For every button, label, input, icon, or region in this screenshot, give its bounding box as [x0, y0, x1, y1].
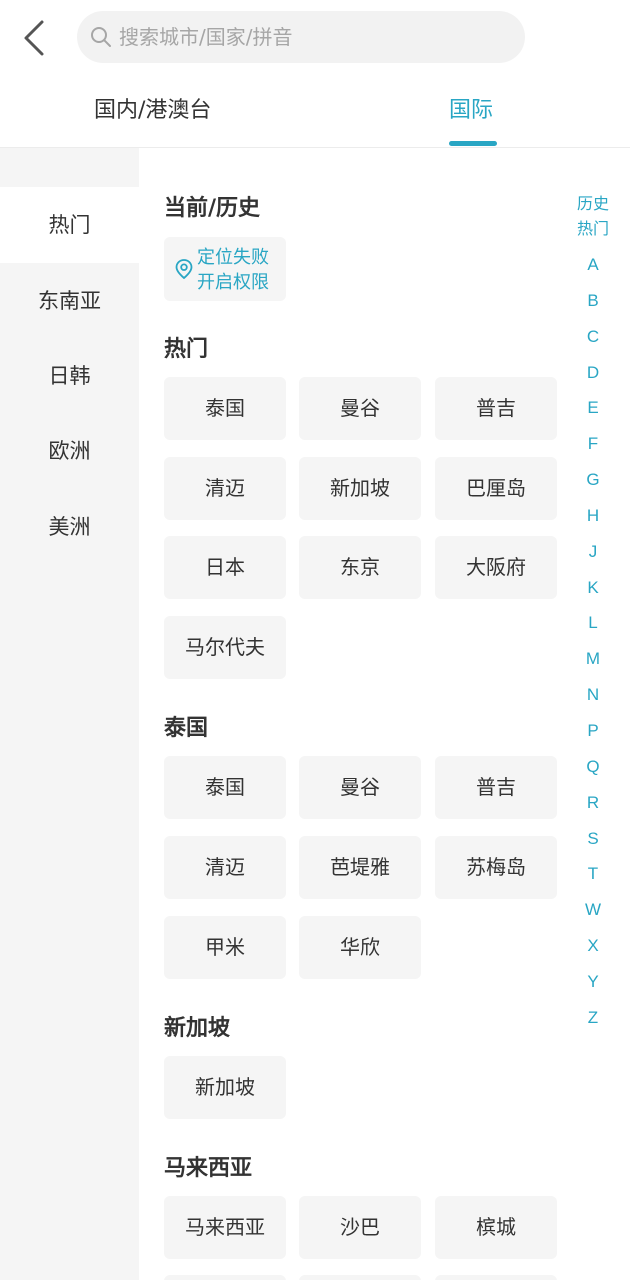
index-item-q[interactable]: Q	[560, 757, 626, 777]
index-item-h[interactable]: H	[560, 506, 626, 526]
city-chip[interactable]: 华欣	[299, 916, 421, 979]
city-chip[interactable]: 普吉	[435, 756, 557, 819]
index-item-l[interactable]: L	[560, 613, 626, 633]
index-item-w[interactable]: W	[560, 900, 626, 920]
index-item-s[interactable]: S	[560, 829, 626, 849]
index-item-t[interactable]: T	[560, 864, 626, 884]
region-item-europe[interactable]: 欧洲	[0, 413, 139, 489]
region-item-southeast-asia[interactable]: 东南亚	[0, 263, 139, 339]
index-item-y[interactable]: Y	[560, 972, 626, 992]
city-chip-partial[interactable]	[164, 1275, 286, 1280]
index-item-n[interactable]: N	[560, 685, 626, 705]
city-chip[interactable]: 普吉	[435, 377, 557, 440]
city-chip[interactable]: 新加坡	[164, 1056, 286, 1119]
section-title-hot: 热门	[164, 337, 209, 362]
city-chip[interactable]: 日本	[164, 536, 286, 599]
city-chip[interactable]: 曼谷	[299, 756, 421, 819]
city-chip[interactable]: 沙巴	[299, 1196, 421, 1259]
city-chip[interactable]: 清迈	[164, 836, 286, 899]
location-card[interactable]: 定位失败 开启权限	[164, 237, 286, 301]
index-item-b[interactable]: B	[560, 291, 626, 311]
location-status-line2: 开启权限	[197, 272, 269, 293]
index-item-hot[interactable]: 热门	[560, 215, 626, 239]
index-item-history[interactable]: 历史	[560, 190, 626, 214]
chevron-left-icon	[24, 20, 44, 56]
index-item-c[interactable]: C	[560, 327, 626, 347]
city-chip[interactable]: 马来西亚	[164, 1196, 286, 1259]
top-bar	[0, 0, 630, 75]
city-chip[interactable]: 清迈	[164, 457, 286, 520]
index-item-x[interactable]: X	[560, 936, 626, 956]
index-item-k[interactable]: K	[560, 578, 626, 598]
tab-domestic[interactable]: 国内/港澳台	[94, 75, 211, 147]
city-chip[interactable]: 芭堤雅	[299, 836, 421, 899]
location-status: 定位失败 开启权限	[197, 245, 269, 295]
city-chip[interactable]: 马尔代夫	[164, 616, 286, 679]
region-item-japan-korea[interactable]: 日韩	[0, 338, 139, 414]
back-button[interactable]	[16, 16, 56, 60]
active-tab-indicator	[449, 141, 497, 146]
city-chip[interactable]: 东京	[299, 536, 421, 599]
city-chip[interactable]: 曼谷	[299, 377, 421, 440]
city-chip[interactable]: 大阪府	[435, 536, 557, 599]
region-item-hot[interactable]: 热门	[0, 187, 139, 263]
location-status-line1: 定位失败	[197, 247, 269, 268]
index-item-a[interactable]: A	[560, 255, 626, 275]
tab-bar: 国内/港澳台 国际	[0, 75, 630, 148]
city-chip[interactable]: 槟城	[435, 1196, 557, 1259]
section-title-current: 当前/历史	[164, 196, 261, 221]
city-chip-partial[interactable]	[299, 1275, 421, 1280]
section-title-malaysia: 马来西亚	[164, 1156, 253, 1181]
index-item-z[interactable]: Z	[560, 1008, 626, 1028]
section-title-singapore: 新加坡	[164, 1016, 231, 1041]
city-chip[interactable]: 甲米	[164, 916, 286, 979]
city-chip-partial[interactable]	[435, 1275, 557, 1280]
city-chip[interactable]: 泰国	[164, 756, 286, 819]
city-chip[interactable]: 巴厘岛	[435, 457, 557, 520]
index-item-m[interactable]: M	[560, 649, 626, 669]
city-chip[interactable]: 新加坡	[299, 457, 421, 520]
search-box[interactable]	[77, 11, 525, 63]
index-item-e[interactable]: E	[560, 398, 626, 418]
city-chip[interactable]: 苏梅岛	[435, 836, 557, 899]
search-icon	[91, 27, 111, 47]
index-item-f[interactable]: F	[560, 434, 626, 454]
tab-international[interactable]: 国际	[449, 75, 493, 147]
location-pin-icon	[175, 259, 193, 280]
index-item-g[interactable]: G	[560, 470, 626, 490]
index-item-d[interactable]: D	[560, 363, 626, 383]
index-item-p[interactable]: P	[560, 721, 626, 741]
region-item-americas[interactable]: 美洲	[0, 489, 139, 565]
city-chip[interactable]: 泰国	[164, 377, 286, 440]
city-list: 当前/历史 定位失败 开启权限 热门 泰国 曼谷 普吉 清迈 新加坡 巴厘岛 日…	[139, 148, 630, 1280]
region-sidebar: 热门 东南亚 日韩 欧洲 美洲	[0, 148, 139, 1280]
section-title-thailand: 泰国	[164, 716, 209, 741]
index-item-j[interactable]: J	[560, 542, 626, 562]
index-item-r[interactable]: R	[560, 793, 626, 813]
search-input[interactable]	[119, 11, 509, 63]
